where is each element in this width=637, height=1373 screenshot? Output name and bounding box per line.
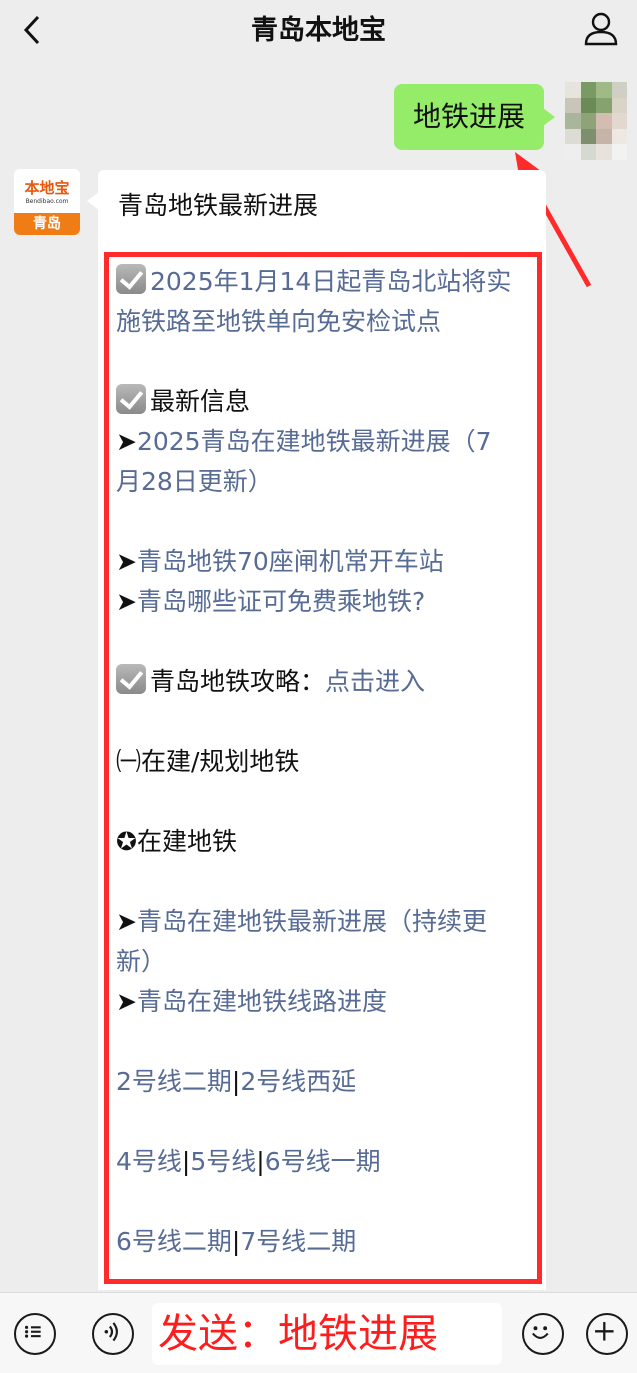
user-message-bubble[interactable]: 地铁进展 [394, 84, 555, 150]
avatar-city: 青岛 [14, 213, 80, 235]
user-icon[interactable] [583, 10, 619, 46]
message-input[interactable]: 发送：地铁进展 [152, 1303, 502, 1365]
emoji-icon[interactable] [522, 1313, 564, 1355]
menu-list-icon[interactable] [14, 1313, 56, 1355]
user-avatar[interactable] [565, 82, 627, 160]
bot-avatar[interactable]: 本地宝 Bendibao.com 青岛 [14, 169, 80, 235]
plus-icon[interactable] [586, 1313, 628, 1355]
top-nav-bar: 青岛本地宝 [0, 0, 637, 60]
bottom-input-bar: 发送：地铁进展 [0, 1292, 637, 1373]
avatar-url: Bendibao.com [25, 198, 69, 205]
voice-icon[interactable] [92, 1313, 134, 1355]
avatar-logo: 本地宝 [24, 179, 70, 197]
input-text: 发送：地铁进展 [158, 1311, 438, 1357]
annotation-highlight-box [104, 252, 542, 1284]
page-title: 青岛本地宝 [251, 15, 386, 46]
bubble-title: 青岛地铁最新进展 [118, 191, 319, 220]
